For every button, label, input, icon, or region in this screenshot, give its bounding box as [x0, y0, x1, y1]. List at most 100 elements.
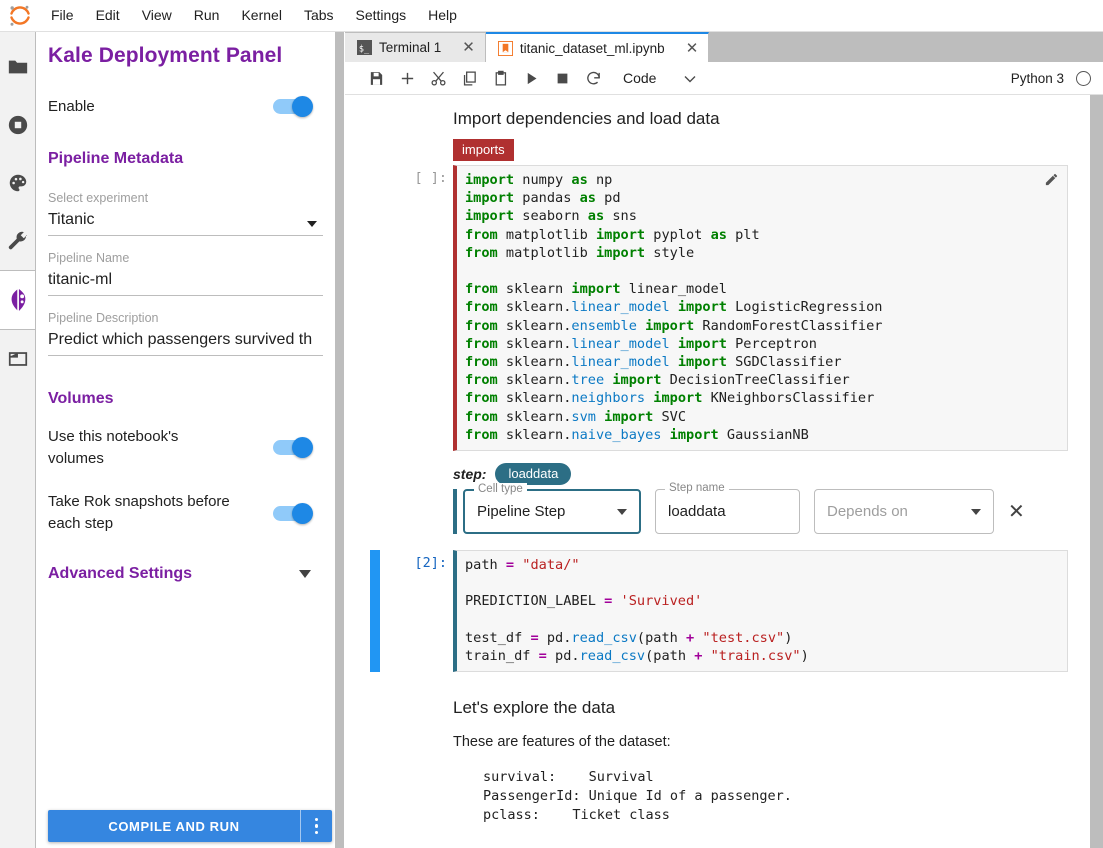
step-name-value: loaddata: [668, 503, 726, 521]
menu-edit[interactable]: Edit: [85, 0, 131, 31]
main-area: $_ Terminal 1 ✕ titanic_dataset_ml.ipynb…: [345, 32, 1103, 848]
edit-pencil-icon[interactable]: [1044, 172, 1059, 192]
pipeline-name-value: titanic-ml: [48, 266, 323, 296]
activity-bar: [0, 32, 36, 848]
stop-button[interactable]: [547, 64, 578, 92]
cell-prompt: [ ]:: [414, 170, 447, 186]
paste-button[interactable]: [485, 64, 516, 92]
menu-bar: File Edit View Run Kernel Tabs Settings …: [0, 0, 1103, 32]
menu-help[interactable]: Help: [417, 0, 468, 31]
compile-options-menu-button[interactable]: [300, 810, 332, 842]
use-notebook-volumes-row: Use this notebook's volumes: [36, 426, 335, 470]
remove-step-button[interactable]: ✕: [1008, 502, 1025, 522]
kale-icon[interactable]: [0, 271, 35, 329]
markdown-heading-1[interactable]: Import dependencies and load data: [345, 95, 1090, 129]
chevron-down-icon[interactable]: [684, 70, 696, 86]
open-tabs-icon[interactable]: [0, 330, 35, 388]
kernel-indicator-area: Python 3: [1011, 62, 1091, 95]
enable-toggle[interactable]: [273, 96, 313, 118]
tab-terminal-1[interactable]: $_ Terminal 1 ✕: [345, 33, 486, 62]
menu-view[interactable]: View: [131, 0, 183, 31]
terminal-icon: $_: [357, 40, 372, 55]
kale-deployment-panel: Kale Deployment Panel Enable Pipeline Me…: [36, 32, 344, 848]
palette-icon[interactable]: [0, 154, 35, 212]
step-metadata-form: Cell type Pipeline Step Step name loadda…: [453, 482, 1090, 535]
wrench-icon[interactable]: [0, 212, 35, 270]
select-experiment-field[interactable]: Select experiment Titanic: [36, 190, 335, 236]
cell-type-select[interactable]: Code: [623, 70, 696, 86]
pipeline-metadata-heading: Pipeline Metadata: [48, 149, 184, 167]
select-experiment-caption: Select experiment: [48, 190, 149, 205]
notebook-toolbar: Code Python 3: [345, 62, 1103, 95]
depends-on-field[interactable]: Depends on: [814, 489, 994, 535]
insert-cell-button[interactable]: [392, 64, 423, 92]
enable-row: Enable: [36, 96, 335, 118]
cell-type-value: Code: [623, 70, 657, 86]
notebook-icon: [497, 40, 513, 56]
run-button[interactable]: [516, 64, 547, 92]
use-notebook-volumes-label: Use this notebook's volumes: [48, 427, 179, 467]
rok-snapshots-toggle[interactable]: [273, 502, 313, 524]
kernel-name[interactable]: Python 3: [1011, 71, 1064, 86]
tab-bar: $_ Terminal 1 ✕ titanic_dataset_ml.ipynb…: [345, 32, 1103, 62]
close-icon[interactable]: ✕: [686, 41, 699, 56]
menu-settings[interactable]: Settings: [345, 0, 418, 31]
advanced-settings-row[interactable]: Advanced Settings: [36, 565, 335, 583]
file-browser-icon[interactable]: [0, 38, 35, 96]
code-content: import numpy as np import pandas as pd i…: [465, 172, 883, 443]
cell-type-value: Pipeline Step: [477, 503, 566, 521]
code-editor[interactable]: import numpy as np import pandas as pd i…: [453, 165, 1068, 452]
chevron-down-icon[interactable]: [617, 508, 627, 515]
kernel-status-icon[interactable]: [1076, 71, 1091, 86]
code-cell-loaddata[interactable]: [2]: path = "data/" PREDICTION_LABEL = '…: [345, 550, 1090, 673]
cell-type-field[interactable]: Cell type Pipeline Step: [463, 483, 641, 535]
close-icon[interactable]: ✕: [462, 40, 475, 55]
svg-text:$_: $_: [359, 43, 370, 53]
use-notebook-volumes-toggle[interactable]: [273, 437, 313, 458]
compile-and-run-button[interactable]: COMPILE AND RUN: [48, 810, 300, 842]
panel-scrollbar[interactable]: [335, 32, 343, 848]
markdown-preformatted-2[interactable]: survival: Survival PassengerId: Unique I…: [345, 750, 1090, 825]
depends-on-placeholder: Depends on: [827, 503, 908, 521]
pipeline-description-value: Predict which passengers survived th: [48, 326, 323, 356]
cut-button[interactable]: [423, 64, 454, 92]
step-annotation: step: loaddata: [453, 463, 1090, 486]
restart-kernel-button[interactable]: [578, 64, 609, 92]
cell-type-legend: Cell type: [474, 483, 527, 496]
markdown-heading-2[interactable]: Let's explore the data: [345, 672, 1090, 718]
menu-file[interactable]: File: [40, 0, 85, 31]
markdown-paragraph-2[interactable]: These are features of the dataset:: [345, 718, 1090, 750]
enable-label: Enable: [48, 98, 95, 115]
chevron-down-icon[interactable]: [299, 569, 311, 578]
code-cell-imports[interactable]: [ ]: import numpy as np import pandas as…: [345, 165, 1090, 452]
copy-button[interactable]: [454, 64, 485, 92]
pipeline-name-caption: Pipeline Name: [48, 250, 130, 265]
step-word: step:: [453, 466, 487, 483]
cell-tag-imports[interactable]: imports: [453, 139, 514, 161]
notebook-scrollbar[interactable]: [1090, 95, 1103, 848]
step-name-field[interactable]: Step name loaddata: [655, 482, 800, 535]
pipeline-name-field[interactable]: Pipeline Name titanic-ml: [36, 250, 335, 296]
step-name-legend: Step name: [665, 482, 729, 495]
panel-title: Kale Deployment Panel: [48, 44, 283, 67]
compile-and-run-bar: COMPILE AND RUN: [48, 810, 332, 842]
menu-kernel[interactable]: Kernel: [230, 0, 292, 31]
tab-titanic-notebook[interactable]: titanic_dataset_ml.ipynb ✕: [485, 32, 710, 62]
save-button[interactable]: [361, 64, 392, 92]
notebook-scroll-area: Import dependencies and load data import…: [345, 95, 1103, 848]
menu-run[interactable]: Run: [183, 0, 231, 31]
running-terminals-icon[interactable]: [0, 96, 35, 154]
tab-label: titanic_dataset_ml.ipynb: [519, 40, 665, 56]
rok-snapshots-label: Take Rok snapshots before each step: [48, 493, 230, 532]
code-editor[interactable]: path = "data/" PREDICTION_LABEL = 'Survi…: [453, 550, 1068, 673]
chevron-down-icon[interactable]: [971, 508, 981, 515]
cell-prompt: [2]:: [414, 555, 447, 572]
step-chip[interactable]: loaddata: [495, 463, 572, 486]
pipeline-description-caption: Pipeline Description: [48, 310, 159, 325]
chevron-down-icon[interactable]: [307, 220, 317, 227]
jupyter-logo-icon: [0, 0, 40, 32]
pipeline-description-field[interactable]: Pipeline Description Predict which passe…: [36, 310, 335, 356]
tab-label: Terminal 1: [379, 40, 442, 55]
menu-tabs[interactable]: Tabs: [293, 0, 345, 31]
code-content: path = "data/" PREDICTION_LABEL = 'Survi…: [465, 557, 809, 665]
